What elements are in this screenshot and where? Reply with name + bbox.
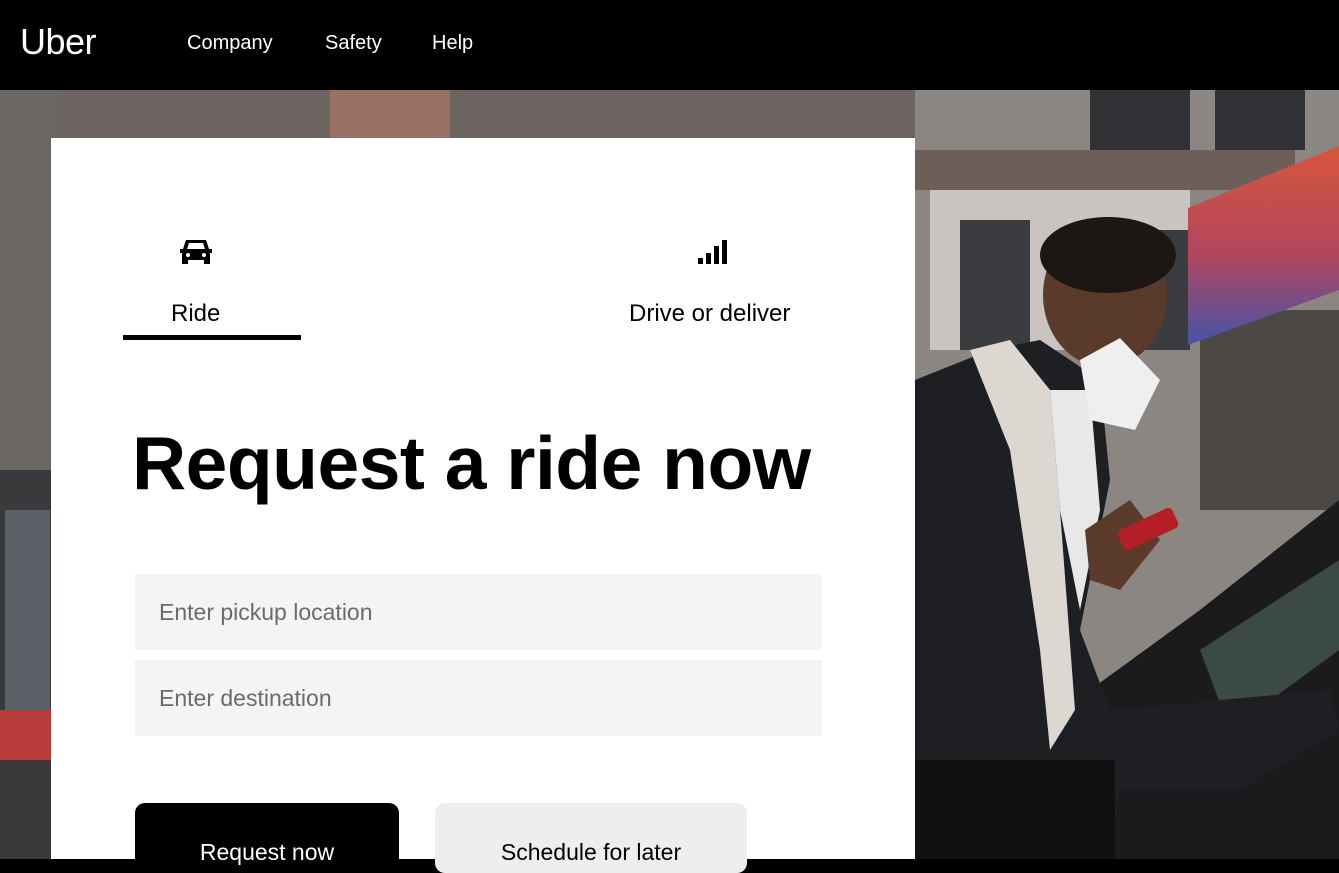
active-tab-indicator — [123, 335, 301, 340]
nav-link-help[interactable]: Help — [432, 31, 473, 55]
tab-drive-or-deliver-label: Drive or deliver — [629, 300, 791, 327]
nav-link-safety[interactable]: Safety — [325, 31, 382, 55]
request-now-button[interactable]: Request now — [135, 803, 399, 873]
signal-bars-icon — [698, 240, 727, 264]
tab-ride-label: Ride — [171, 300, 221, 327]
top-navigation-bar: Uber Company Safety Help — [0, 0, 1339, 90]
tab-ride[interactable]: Ride — [123, 138, 301, 343]
schedule-for-later-button[interactable]: Schedule for later — [435, 803, 747, 873]
destination-input[interactable] — [135, 660, 822, 736]
pickup-location-input[interactable] — [135, 574, 822, 650]
tab-drive-or-deliver[interactable]: Drive or deliver — [629, 138, 797, 343]
uber-logo[interactable]: Uber — [20, 22, 97, 62]
ride-request-card: Ride Drive or deliver Request a ride now… — [51, 138, 915, 873]
car-icon — [180, 240, 212, 264]
nav-link-company[interactable]: Company — [187, 31, 273, 55]
page-title: Request a ride now — [132, 421, 811, 505]
